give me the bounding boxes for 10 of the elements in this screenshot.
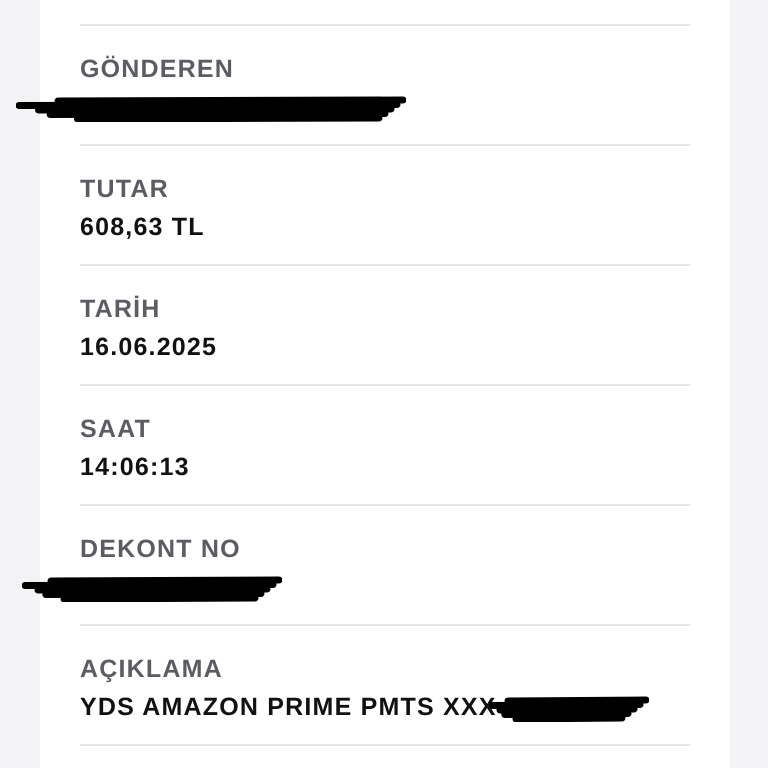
- field-label: TUTAR: [80, 174, 169, 204]
- field-label: SAAT: [80, 414, 151, 444]
- field-value: 16.06.2025: [80, 332, 218, 362]
- field-label: GÖNDEREN: [80, 54, 234, 84]
- field-label: AÇIKLAMA: [80, 654, 223, 684]
- field-value: YDS AMAZON PRIME PMTS XXX: [80, 692, 497, 722]
- field-value: 608,63 TL: [80, 212, 205, 242]
- field-label: DEKONT NO: [80, 534, 241, 564]
- field-value: 14:06:13: [80, 452, 190, 482]
- field-label: TARİH: [80, 294, 161, 324]
